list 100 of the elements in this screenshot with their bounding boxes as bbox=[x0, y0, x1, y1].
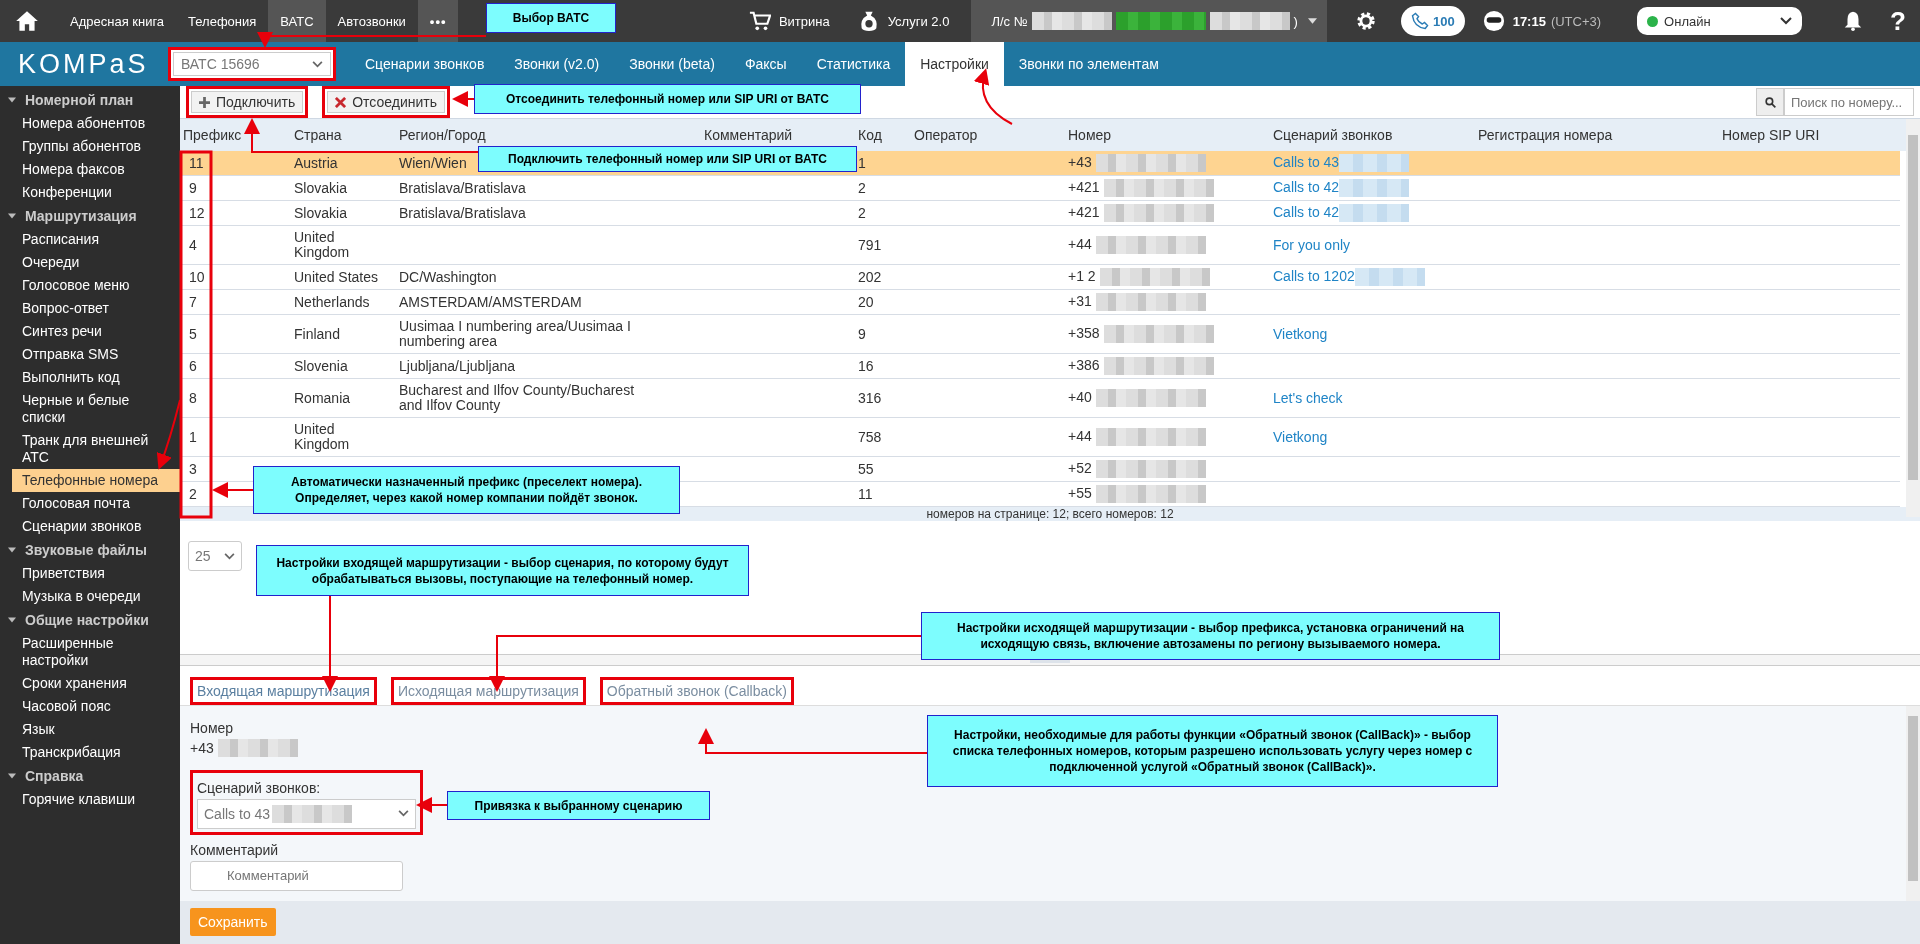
sidebar-item[interactable]: Расширенные настройки bbox=[0, 632, 172, 672]
column-header[interactable]: Страна bbox=[294, 127, 399, 143]
page-size-dropdown[interactable]: 25 bbox=[188, 541, 242, 572]
sidebar-item[interactable]: Приветствия bbox=[0, 562, 172, 585]
services-link[interactable]: Услуги 2.0 bbox=[887, 13, 950, 29]
sidebar-item[interactable]: Номера абонентов bbox=[0, 112, 172, 135]
sidebar-item[interactable]: Отправка SMS bbox=[0, 343, 172, 366]
sidebar-section[interactable]: Номерной план bbox=[0, 88, 180, 112]
pbx-dropdown[interactable]: ВАТС 15696 bbox=[168, 47, 336, 81]
comment-field[interactable]: Комментарий bbox=[190, 860, 403, 891]
nav-tab[interactable]: Настройки bbox=[905, 42, 1004, 86]
disconnect-button[interactable]: Отсоединить bbox=[322, 86, 450, 118]
cross-icon bbox=[335, 96, 347, 108]
scenario-link[interactable]: Calls to 42 bbox=[1273, 178, 1340, 195]
connect-button[interactable]: Подключить bbox=[186, 86, 309, 118]
nav-tab[interactable]: Звонки (v2.0) bbox=[499, 42, 615, 86]
table-cell-text: Uusimaa I numbering area/Uusimaa I numbering area bbox=[399, 319, 632, 349]
sidebar-item[interactable]: Конференции bbox=[0, 181, 172, 204]
sidebar-item[interactable]: Черные и белые списки bbox=[0, 389, 172, 429]
detail-tab[interactable]: Обратный звонок (Callback) bbox=[599, 676, 794, 705]
nav-tab[interactable]: Факсы bbox=[729, 42, 802, 86]
top-menu-item[interactable]: Адресная книга bbox=[58, 0, 177, 42]
nav-tab[interactable]: Звонки (beta) bbox=[614, 42, 730, 86]
scenario-link[interactable]: Vietkong bbox=[1273, 429, 1328, 445]
status-dropdown[interactable]: Онлайн bbox=[1637, 7, 1803, 35]
table-cell-text: 9 bbox=[188, 180, 197, 196]
search-button[interactable] bbox=[1756, 88, 1784, 116]
top-menu-item[interactable]: ВАТС bbox=[268, 0, 326, 42]
arrow bbox=[156, 399, 181, 470]
column-header[interactable]: Сценарий звонков bbox=[1273, 127, 1478, 143]
table-row[interactable]: 10 United States DC/Washington 202 +1 2 Calls to 1202 bbox=[180, 265, 1900, 290]
table-cell-text: 4 bbox=[188, 237, 197, 253]
sidebar-item[interactable]: Телефонные номера bbox=[12, 469, 182, 492]
column-header[interactable]: Номер SIP URI bbox=[1722, 127, 1882, 143]
sidebar-item[interactable]: Номера факсов bbox=[0, 158, 172, 181]
account-selector[interactable]: Л/с № ) bbox=[971, 0, 1327, 42]
scenario-link[interactable]: Calls to 1202 bbox=[1273, 267, 1355, 284]
phone-icon bbox=[1410, 12, 1429, 30]
search-field[interactable]: Поиск по номеру... bbox=[1784, 88, 1914, 116]
table-row[interactable]: 8 Romania Bucharest and Ilfov County/Bucharest and Ilfov County 316 +40 Let's check bbox=[180, 379, 1900, 418]
table-row[interactable]: 9 Slovakia Bratislava/Bratislava 2 +421 Calls to 42 bbox=[180, 176, 1900, 201]
sidebar-item[interactable]: Вопрос-ответ bbox=[0, 297, 172, 320]
cart-icon[interactable] bbox=[748, 10, 771, 32]
sidebar-item[interactable]: Голосовое меню bbox=[0, 274, 172, 297]
annotation-tooltip: Автоматически назначенный префикс (преселект номера). Определяет, через какой номер компании пойдёт звонок. bbox=[253, 466, 680, 514]
nav-tab[interactable]: Сценарии звонков bbox=[350, 42, 500, 86]
sidebar-item[interactable]: Синтез речи bbox=[0, 320, 172, 343]
table-cell-text: 2 bbox=[188, 486, 197, 502]
scenario-link[interactable]: Calls to 42 bbox=[1273, 203, 1340, 220]
detail-tab[interactable]: Входящая маршрутизация bbox=[190, 676, 377, 705]
sidebar-item[interactable]: Очереди bbox=[0, 251, 172, 274]
sidebar-item[interactable]: Транк для внешней АТС bbox=[0, 429, 172, 469]
sidebar-section[interactable]: Звуковые файлы bbox=[0, 538, 180, 562]
scrollbar-thumb[interactable] bbox=[1908, 715, 1918, 881]
help-button[interactable]: ? bbox=[1890, 5, 1906, 37]
sidebar-item[interactable]: Группы абонентов bbox=[0, 135, 172, 158]
scenario-dropdown[interactable]: Calls to 43 bbox=[197, 798, 416, 829]
column-header[interactable]: Код bbox=[858, 127, 914, 143]
logo[interactable]: KOMPaS bbox=[0, 48, 168, 80]
nav-tab[interactable]: Звонки по элементам bbox=[1003, 42, 1174, 86]
top-menu-item[interactable]: Автозвонки bbox=[325, 0, 418, 42]
more-menu-item[interactable]: ••• bbox=[417, 0, 459, 42]
scrollbar-thumb[interactable] bbox=[1908, 135, 1918, 480]
table-row[interactable]: 4 United Kingdom 791 +44 For you only bbox=[180, 226, 1900, 265]
column-header[interactable]: Префикс bbox=[183, 127, 294, 143]
scenario-link[interactable]: For you only bbox=[1273, 237, 1351, 253]
column-header[interactable]: Комментарий bbox=[704, 127, 858, 143]
column-header[interactable]: Оператор bbox=[914, 127, 1068, 143]
shop-link[interactable]: Витрина bbox=[778, 13, 830, 29]
table-row[interactable]: 1 United Kingdom 758 +44 Vietkong bbox=[180, 418, 1900, 457]
table-row[interactable]: 12 Slovakia Bratislava/Bratislava 2 +421 Calls to 42 bbox=[180, 201, 1900, 226]
table-cell-text: 5 bbox=[188, 326, 197, 342]
chevron-down-icon bbox=[224, 552, 235, 560]
scenario-link[interactable]: Let's check bbox=[1273, 390, 1343, 406]
top-menu-item[interactable]: Телефония bbox=[176, 0, 269, 42]
nav-tab[interactable]: Статистика bbox=[801, 42, 906, 86]
sidebar-section[interactable]: Справка bbox=[0, 764, 180, 788]
sidebar-item[interactable]: Голосовая почта bbox=[0, 492, 172, 515]
detail-tab[interactable]: Исходящая маршрутизация bbox=[390, 676, 586, 705]
scenario-link[interactable]: Vietkong bbox=[1273, 326, 1328, 342]
sidebar-item[interactable]: Часовой пояс bbox=[0, 695, 172, 718]
sidebar-item[interactable]: Музыка в очереди bbox=[0, 585, 172, 608]
sidebar-section[interactable]: Маршрутизация bbox=[0, 204, 180, 228]
sidebar-item[interactable]: Выполнить код bbox=[0, 366, 172, 389]
sidebar-item[interactable]: Горячие клавиши bbox=[0, 788, 172, 811]
table-row[interactable]: 6 Slovenia Ljubljana/Ljubljana 16 +386 bbox=[180, 354, 1900, 379]
sidebar-item[interactable]: Расписания bbox=[0, 228, 172, 251]
settings-icon[interactable] bbox=[1354, 10, 1377, 32]
column-header[interactable]: Регион/Город bbox=[399, 127, 704, 143]
sidebar-item[interactable]: Сценарии звонков bbox=[0, 515, 172, 538]
number-value: +43 bbox=[190, 739, 214, 756]
column-header[interactable]: Регистрация номера bbox=[1478, 127, 1722, 143]
sidebar-section[interactable]: Общие настройки bbox=[0, 608, 180, 632]
calls-counter[interactable]: 100 bbox=[1400, 6, 1465, 36]
table-row[interactable]: 7 Netherlands AMSTERDAM/AMSTERDAM 20 +31 bbox=[180, 290, 1900, 315]
table-row[interactable]: 5 Finland Uusimaa I numbering area/Uusimaa I numbering area 9 +358 Vietkong bbox=[180, 315, 1900, 354]
sidebar-item[interactable]: Язык bbox=[0, 718, 172, 741]
sidebar-item[interactable]: Транскрибация bbox=[0, 741, 172, 764]
column-header[interactable]: Номер bbox=[1068, 127, 1273, 143]
sidebar-item[interactable]: Сроки хранения bbox=[0, 672, 172, 695]
